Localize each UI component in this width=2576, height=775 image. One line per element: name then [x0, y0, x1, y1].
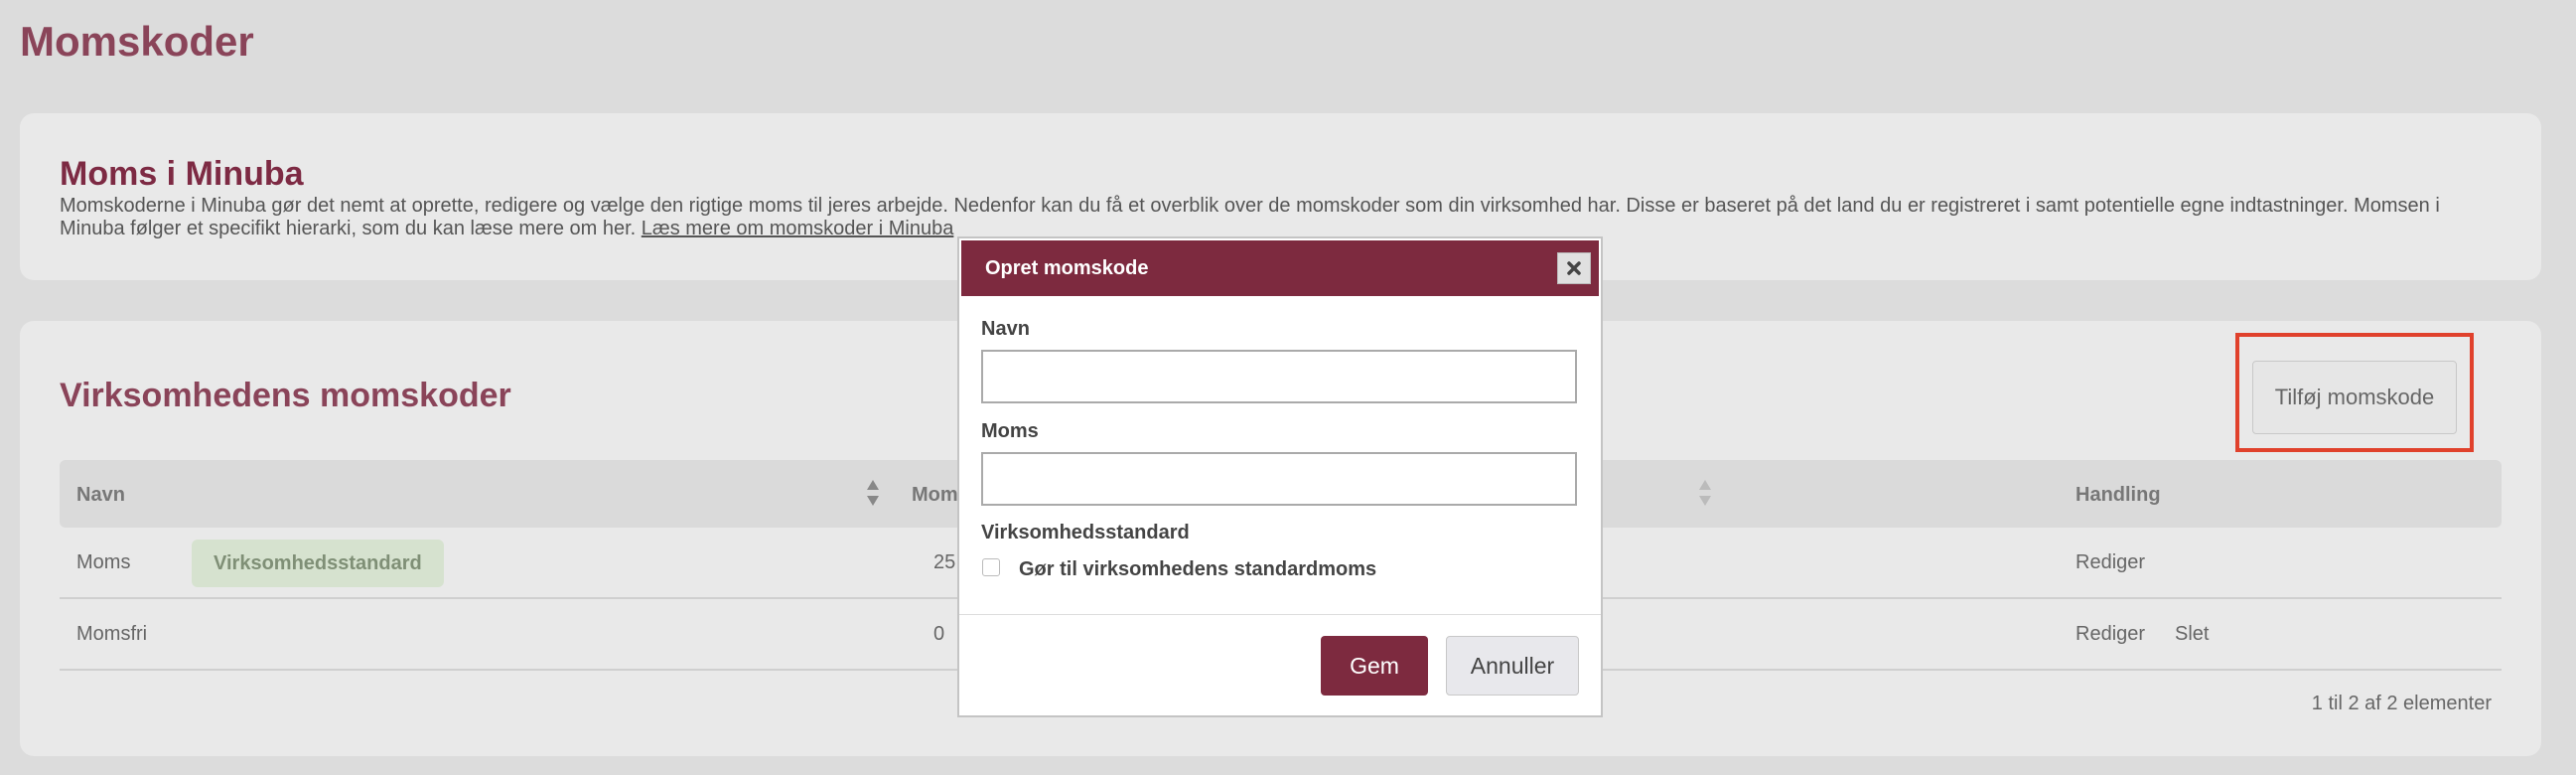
- close-icon: [1567, 261, 1581, 275]
- dialog-title: Opret momskode: [985, 257, 1149, 279]
- create-vat-code-dialog: Opret momskode Navn Moms Virksomhedsstan…: [957, 236, 1603, 717]
- vat-rate: 0: [933, 623, 945, 645]
- sort-icon[interactable]: [866, 478, 880, 508]
- sort-icon[interactable]: [1698, 478, 1712, 508]
- vat-code-name: Momsfri: [76, 623, 148, 645]
- edit-link[interactable]: Rediger: [2075, 623, 2145, 646]
- default-badge: Virksomhedsstandard: [192, 540, 444, 587]
- vat-input[interactable]: [981, 452, 1577, 506]
- column-header-name[interactable]: Navn: [76, 484, 125, 507]
- delete-link[interactable]: Slet: [2175, 623, 2209, 646]
- cancel-button[interactable]: Annuller: [1446, 636, 1579, 696]
- edit-link[interactable]: Rediger: [2075, 551, 2145, 574]
- vat-codes-heading: Virksomhedens momskoder: [60, 377, 511, 414]
- standard-label: Virksomhedsstandard: [981, 522, 1190, 543]
- name-input[interactable]: [981, 350, 1577, 403]
- dialog-header: Opret momskode: [961, 240, 1599, 296]
- read-more-link[interactable]: Læs mere om momskoder i Minuba: [642, 218, 954, 239]
- vat-label: Moms: [981, 420, 1039, 442]
- dialog-divider: [959, 614, 1601, 615]
- pagination-info: 1 til 2 af 2 elementer: [2311, 693, 2492, 714]
- close-button[interactable]: [1557, 252, 1591, 284]
- info-body: Momskoderne i Minuba gør det nemt at opr…: [60, 195, 2440, 239]
- info-text: Momskoderne i Minuba gør det nemt at opr…: [60, 195, 2493, 240]
- page-title: Momskoder: [20, 18, 254, 65]
- vat-rate: 25: [933, 551, 956, 573]
- add-vat-code-button[interactable]: Tilføj momskode: [2252, 361, 2457, 434]
- standard-checkbox[interactable]: [982, 558, 1000, 576]
- column-header-action: Handling: [2075, 484, 2161, 506]
- info-heading: Moms i Minuba: [60, 155, 304, 193]
- standard-checkbox-label[interactable]: Gør til virksomhedens standardmoms: [1019, 558, 1376, 581]
- vat-code-name: Moms: [76, 551, 131, 573]
- name-label: Navn: [981, 318, 1030, 340]
- save-button[interactable]: Gem: [1321, 636, 1428, 696]
